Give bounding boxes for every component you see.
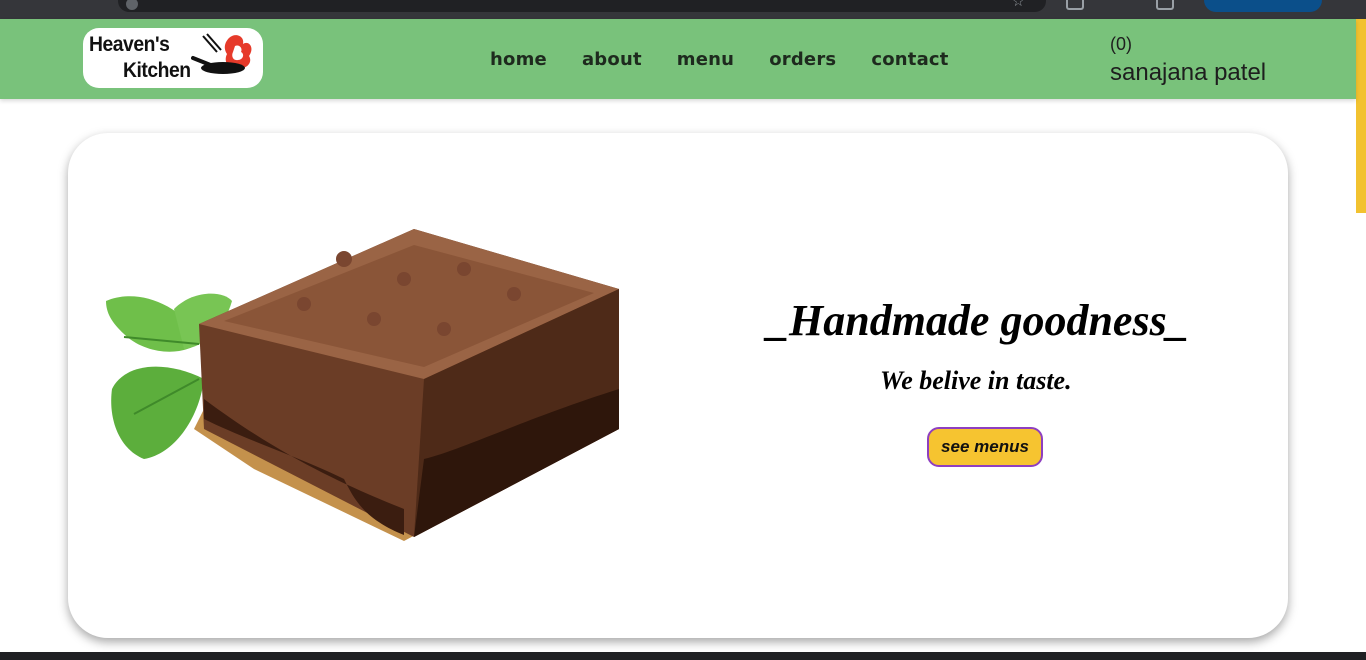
hero-headline: _Handmade goodness_ bbox=[767, 296, 1189, 345]
brand-logo[interactable]: Heaven's Kitchen bbox=[83, 28, 263, 88]
hero-tagline: We belive in taste. bbox=[880, 366, 1072, 395]
taskbar-strip bbox=[0, 652, 1366, 660]
nav-contact[interactable]: contact bbox=[871, 49, 948, 70]
site-header: Heaven's Kitchen home about menu orders … bbox=[0, 19, 1356, 99]
address-bar[interactable] bbox=[118, 0, 1046, 12]
bookmark-star-icon[interactable]: ☆ bbox=[1012, 0, 1025, 10]
brand-line-1: Heaven's bbox=[89, 33, 170, 56]
scrollbar-thumb[interactable] bbox=[1356, 19, 1366, 213]
pan-flame-icon bbox=[191, 33, 252, 74]
profile-button[interactable] bbox=[1204, 0, 1322, 12]
extension-icon[interactable] bbox=[1066, 0, 1084, 10]
hero-card: _Handmade goodness_ We belive in taste. … bbox=[68, 133, 1288, 638]
nav-menu[interactable]: menu bbox=[677, 49, 734, 70]
brand-line-2: Kitchen bbox=[123, 59, 191, 82]
chocolate-brownie-image bbox=[106, 229, 619, 541]
downloads-icon[interactable] bbox=[1156, 0, 1174, 10]
user-name[interactable]: sanajana patel bbox=[1110, 59, 1266, 87]
site-info-icon[interactable] bbox=[126, 0, 138, 10]
nav-about[interactable]: about bbox=[582, 49, 642, 70]
cart-count[interactable]: (0) bbox=[1110, 34, 1132, 55]
main-nav: home about menu orders contact bbox=[490, 49, 984, 70]
nav-home[interactable]: home bbox=[490, 49, 547, 70]
nav-orders[interactable]: orders bbox=[769, 49, 836, 70]
browser-toolbar: ☆ bbox=[0, 0, 1366, 19]
see-menus-button[interactable]: see menus bbox=[927, 427, 1043, 467]
